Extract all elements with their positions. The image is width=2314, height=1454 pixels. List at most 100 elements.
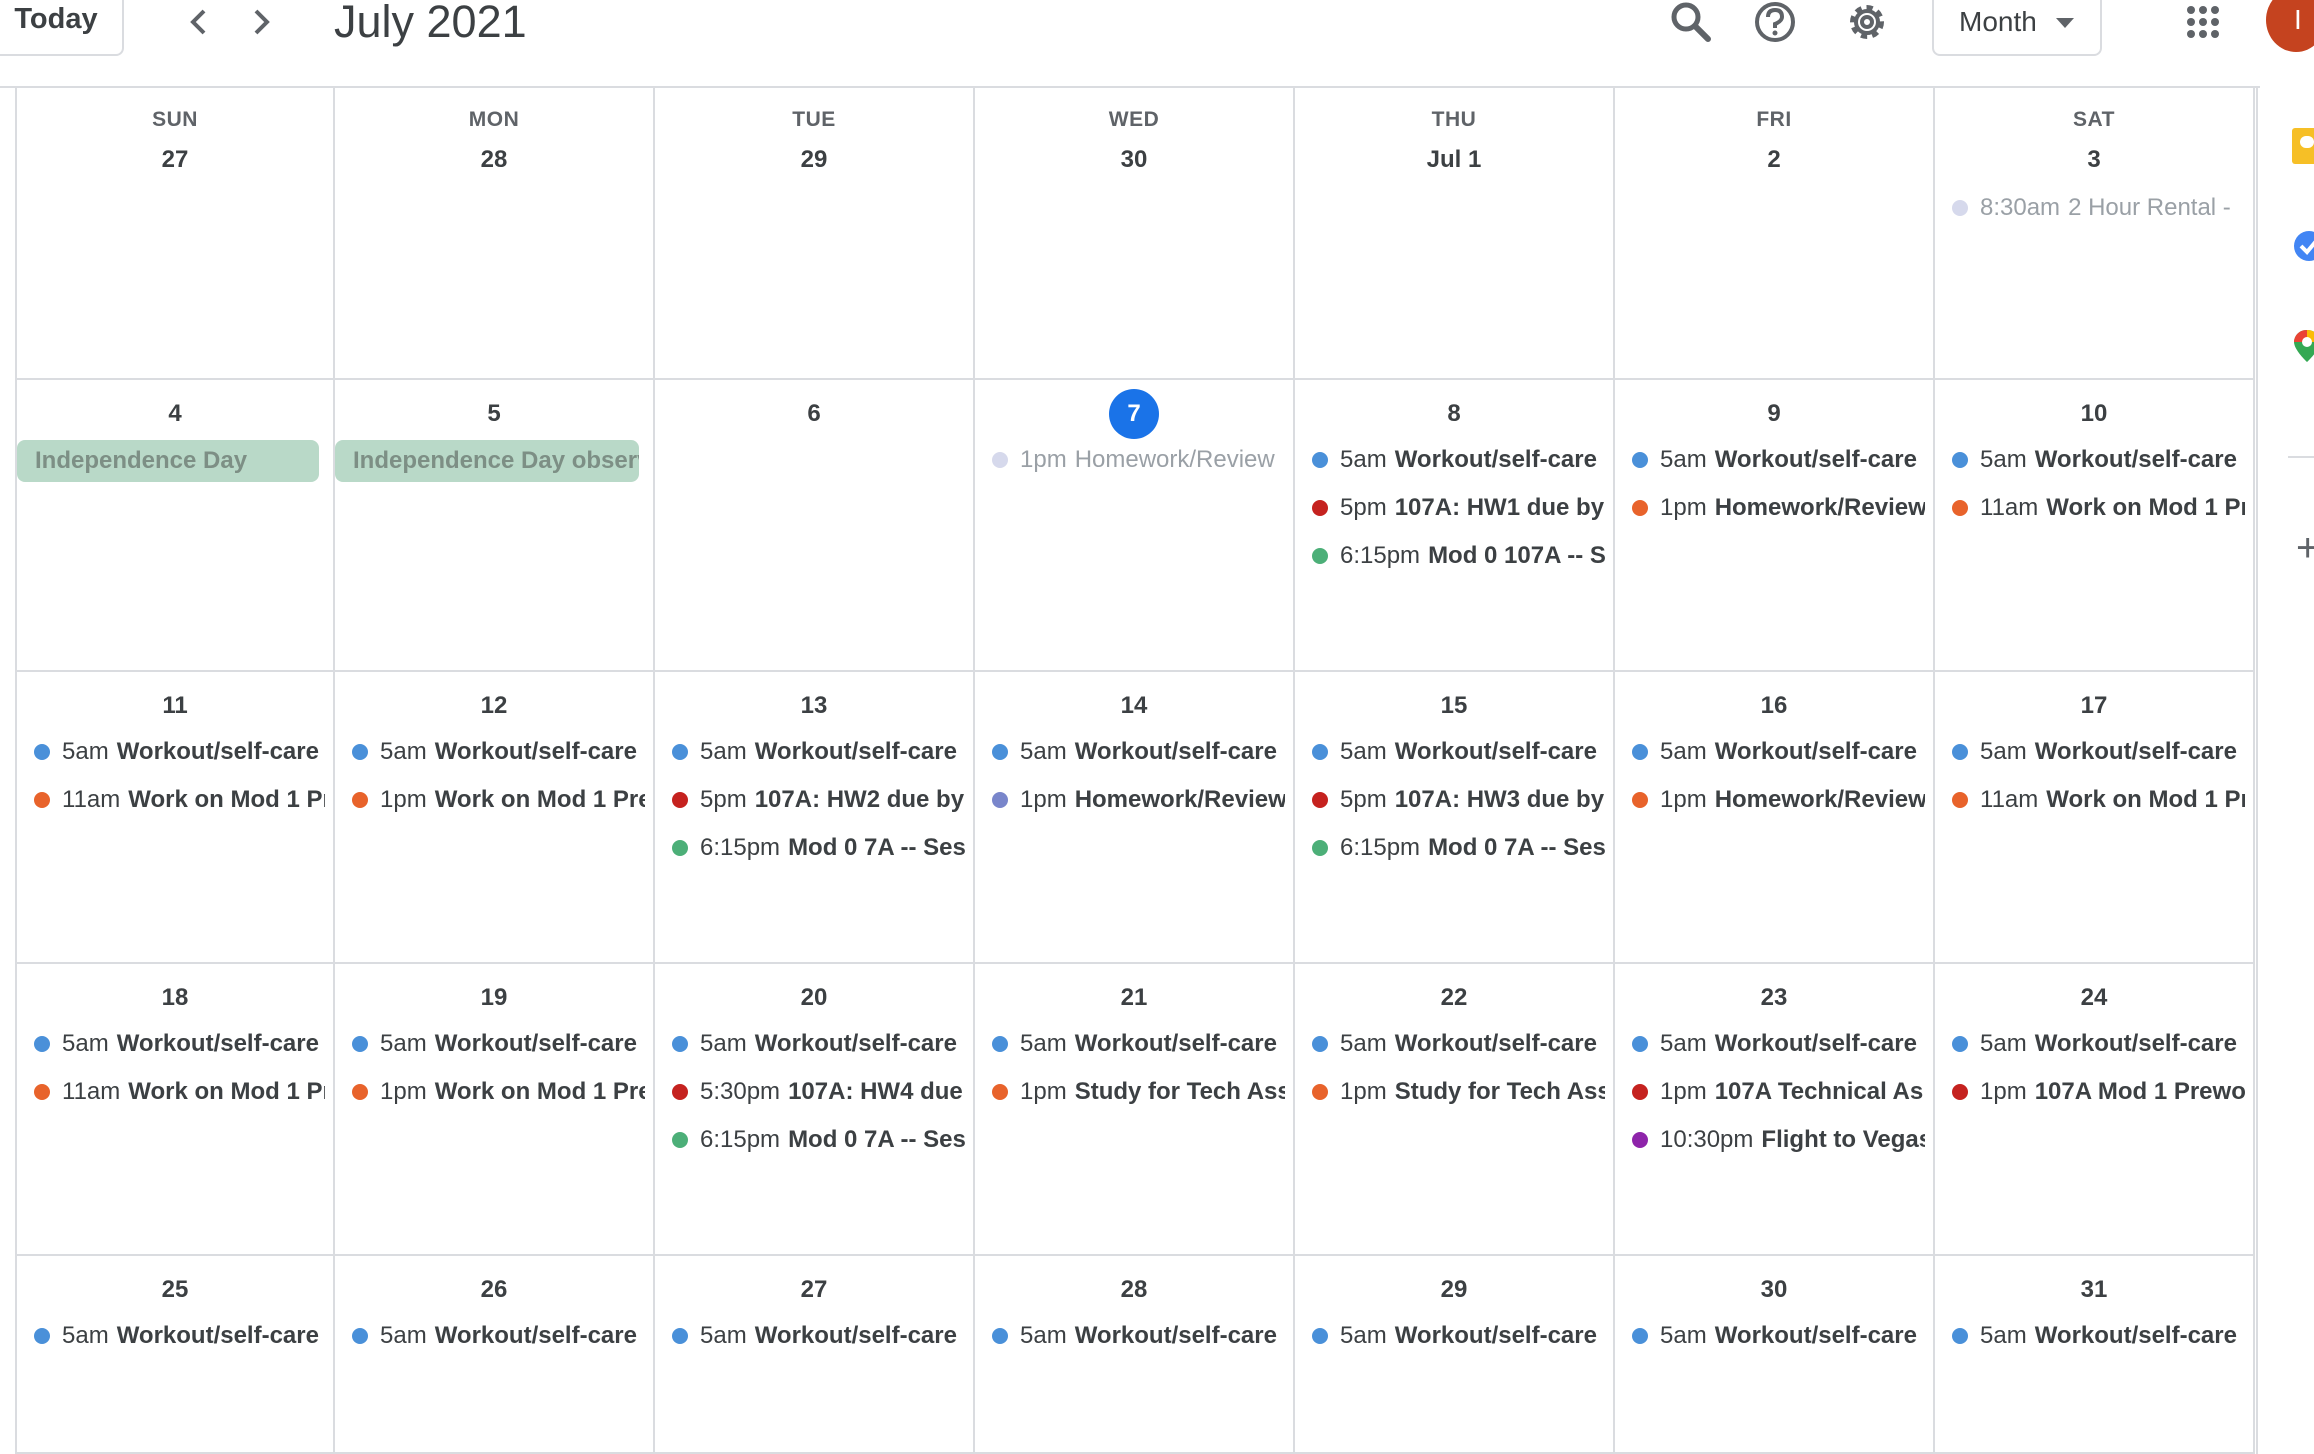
day-number[interactable]: 24 (1935, 984, 2253, 1012)
view-selector-dropdown[interactable]: Month (1932, 0, 2102, 56)
day-cell[interactable]: 28 5am Workout/self-care (975, 1256, 1295, 1454)
day-cell[interactable]: 13 5am Workout/self-care 5pm 107A: HW2 due b… (655, 672, 975, 964)
day-cell[interactable]: 10 5am Workout/self-care 11am Work on Mod 1 … (1935, 380, 2255, 672)
day-cell[interactable]: FRI 2 (1615, 88, 1935, 380)
event-item[interactable]: 8:30am 2 Hour Rental - (1952, 188, 2245, 228)
day-number[interactable]: 27 (655, 1276, 973, 1304)
event-item[interactable]: 5pm 107A: HW3 due by (1312, 780, 1605, 820)
next-month-button[interactable] (237, 0, 287, 44)
event-item[interactable]: 1pm Work on Mod 1 Pre (352, 1072, 645, 1112)
day-cell[interactable]: 11 5am Workout/self-care 11am Work on Mod 1 … (15, 672, 335, 964)
event-item[interactable]: 5am Workout/self-care (1312, 1024, 1605, 1064)
day-number[interactable]: 15 (1295, 692, 1613, 720)
maps-icon[interactable] (2292, 328, 2314, 364)
event-item[interactable]: 1pm Homework/Review (992, 780, 1285, 820)
day-number[interactable]: 11 (17, 692, 333, 720)
day-cell[interactable]: 18 5am Workout/self-care 11am Work on Mod 1 … (15, 964, 335, 1256)
day-number[interactable]: 14 (975, 692, 1293, 720)
day-cell[interactable]: SUN 27 (15, 88, 335, 380)
day-cell[interactable]: 26 5am Workout/self-care (335, 1256, 655, 1454)
event-item[interactable]: 11am Work on Mod 1 Pr (34, 1072, 325, 1112)
event-item[interactable]: 11am Work on Mod 1 Pr (1952, 780, 2245, 820)
event-item[interactable]: 5am Workout/self-care (1632, 1316, 1925, 1356)
day-number[interactable]: 10 (1935, 400, 2253, 428)
google-apps-button[interactable] (2176, 0, 2230, 44)
day-cell[interactable]: 24 5am Workout/self-care 1pm 107A Mod 1 Prew… (1935, 964, 2255, 1256)
event-item[interactable]: 5am Workout/self-care (1952, 440, 2245, 480)
event-item[interactable]: 5:30pm 107A: HW4 due (672, 1072, 965, 1112)
all-day-event-chip[interactable]: Independence Day observed (335, 440, 639, 482)
day-cell[interactable]: 31 5am Workout/self-care (1935, 1256, 2255, 1454)
day-number[interactable]: 6 (655, 400, 973, 428)
day-number[interactable]: 5 (335, 400, 653, 428)
event-item[interactable]: 1pm Work on Mod 1 Pre (352, 780, 645, 820)
day-number[interactable]: 30 (1615, 1276, 1933, 1304)
day-number[interactable]: 4 (17, 400, 333, 428)
day-number[interactable]: 19 (335, 984, 653, 1012)
event-item[interactable]: 5pm 107A: HW2 due by (672, 780, 965, 820)
day-number[interactable]: 8 (1295, 400, 1613, 428)
event-item[interactable]: 6:15pm Mod 0 7A -- Ses (672, 828, 965, 868)
all-day-event-chip[interactable]: Independence Day (17, 440, 319, 482)
search-button[interactable] (1664, 0, 1718, 44)
today-indicator[interactable]: 7 (1109, 389, 1159, 439)
day-number[interactable]: 17 (1935, 692, 2253, 720)
day-number[interactable]: 26 (335, 1276, 653, 1304)
event-item[interactable]: 1pm Homework/Review (1632, 780, 1925, 820)
day-number[interactable]: 29 (655, 146, 973, 174)
day-number[interactable]: 21 (975, 984, 1293, 1012)
event-item[interactable]: 5am Workout/self-care (1632, 732, 1925, 772)
day-cell[interactable]: 12 5am Workout/self-care 1pm Work on Mod 1 P… (335, 672, 655, 964)
day-cell[interactable]: 14 5am Workout/self-care 1pm Homework/Review (975, 672, 1295, 964)
day-number[interactable]: 13 (655, 692, 973, 720)
event-item[interactable]: 6:15pm Mod 0 107A -- S (1312, 536, 1605, 576)
day-number[interactable]: 31 (1935, 1276, 2253, 1304)
day-cell[interactable]: 7 1pm Homework/Review (975, 380, 1295, 672)
today-button[interactable]: Today (0, 0, 124, 56)
day-number[interactable]: 22 (1295, 984, 1613, 1012)
day-number[interactable]: 7 (975, 389, 1293, 439)
day-cell[interactable]: SAT 3 8:30am 2 Hour Rental - (1935, 88, 2255, 380)
event-item[interactable]: 5am Workout/self-care (34, 1316, 325, 1356)
event-item[interactable]: 1pm Homework/Review (992, 440, 1285, 480)
event-item[interactable]: 10:30pm Flight to Vegas (1632, 1120, 1925, 1160)
event-item[interactable]: 5am Workout/self-care (1312, 440, 1605, 480)
day-cell[interactable]: 20 5am Workout/self-care 5:30pm 107A: HW4 du… (655, 964, 975, 1256)
add-addon-icon[interactable]: + (2296, 528, 2314, 568)
event-item[interactable]: 5am Workout/self-care (1632, 1024, 1925, 1064)
day-cell[interactable]: 5 Independence Day observed (335, 380, 655, 672)
day-number[interactable]: 28 (975, 1276, 1293, 1304)
day-number[interactable]: 9 (1615, 400, 1933, 428)
day-cell[interactable]: 27 5am Workout/self-care (655, 1256, 975, 1454)
previous-month-button[interactable] (173, 0, 223, 44)
day-number[interactable]: 30 (975, 146, 1293, 174)
day-number[interactable]: 16 (1615, 692, 1933, 720)
event-item[interactable]: 5am Workout/self-care (1312, 732, 1605, 772)
event-item[interactable]: 6:15pm Mod 0 7A -- Ses (672, 1120, 965, 1160)
day-number[interactable]: 28 (335, 146, 653, 174)
event-item[interactable]: 5am Workout/self-care (672, 1316, 965, 1356)
account-avatar[interactable]: I (2266, 0, 2314, 52)
day-cell[interactable]: 4 Independence Day (15, 380, 335, 672)
settings-button[interactable] (1840, 0, 1894, 44)
keep-icon[interactable] (2292, 128, 2314, 164)
event-item[interactable]: 5am Workout/self-care (1952, 732, 2245, 772)
event-item[interactable]: 11am Work on Mod 1 Pr (34, 780, 325, 820)
event-item[interactable]: 11am Work on Mod 1 Pr (1952, 488, 2245, 528)
event-item[interactable]: 5am Workout/self-care (1632, 440, 1925, 480)
day-cell[interactable]: 21 5am Workout/self-care 1pm Study for Tech … (975, 964, 1295, 1256)
tasks-icon[interactable] (2292, 228, 2314, 264)
day-number[interactable]: 29 (1295, 1276, 1613, 1304)
help-button[interactable] (1748, 0, 1802, 44)
event-item[interactable]: 5am Workout/self-care (1952, 1316, 2245, 1356)
day-number[interactable]: 12 (335, 692, 653, 720)
event-item[interactable]: 5am Workout/self-care (672, 732, 965, 772)
event-item[interactable]: 1pm Study for Tech Ass (1312, 1072, 1605, 1112)
day-number[interactable]: 3 (1935, 146, 2253, 174)
day-cell[interactable]: 17 5am Workout/self-care 11am Work on Mod 1 … (1935, 672, 2255, 964)
day-number[interactable]: 18 (17, 984, 333, 1012)
day-cell[interactable]: 22 5am Workout/self-care 1pm Study for Tech … (1295, 964, 1615, 1256)
day-cell[interactable]: THU Jul 1 (1295, 88, 1615, 380)
event-item[interactable]: 1pm Study for Tech Ass (992, 1072, 1285, 1112)
day-cell[interactable]: 6 (655, 380, 975, 672)
